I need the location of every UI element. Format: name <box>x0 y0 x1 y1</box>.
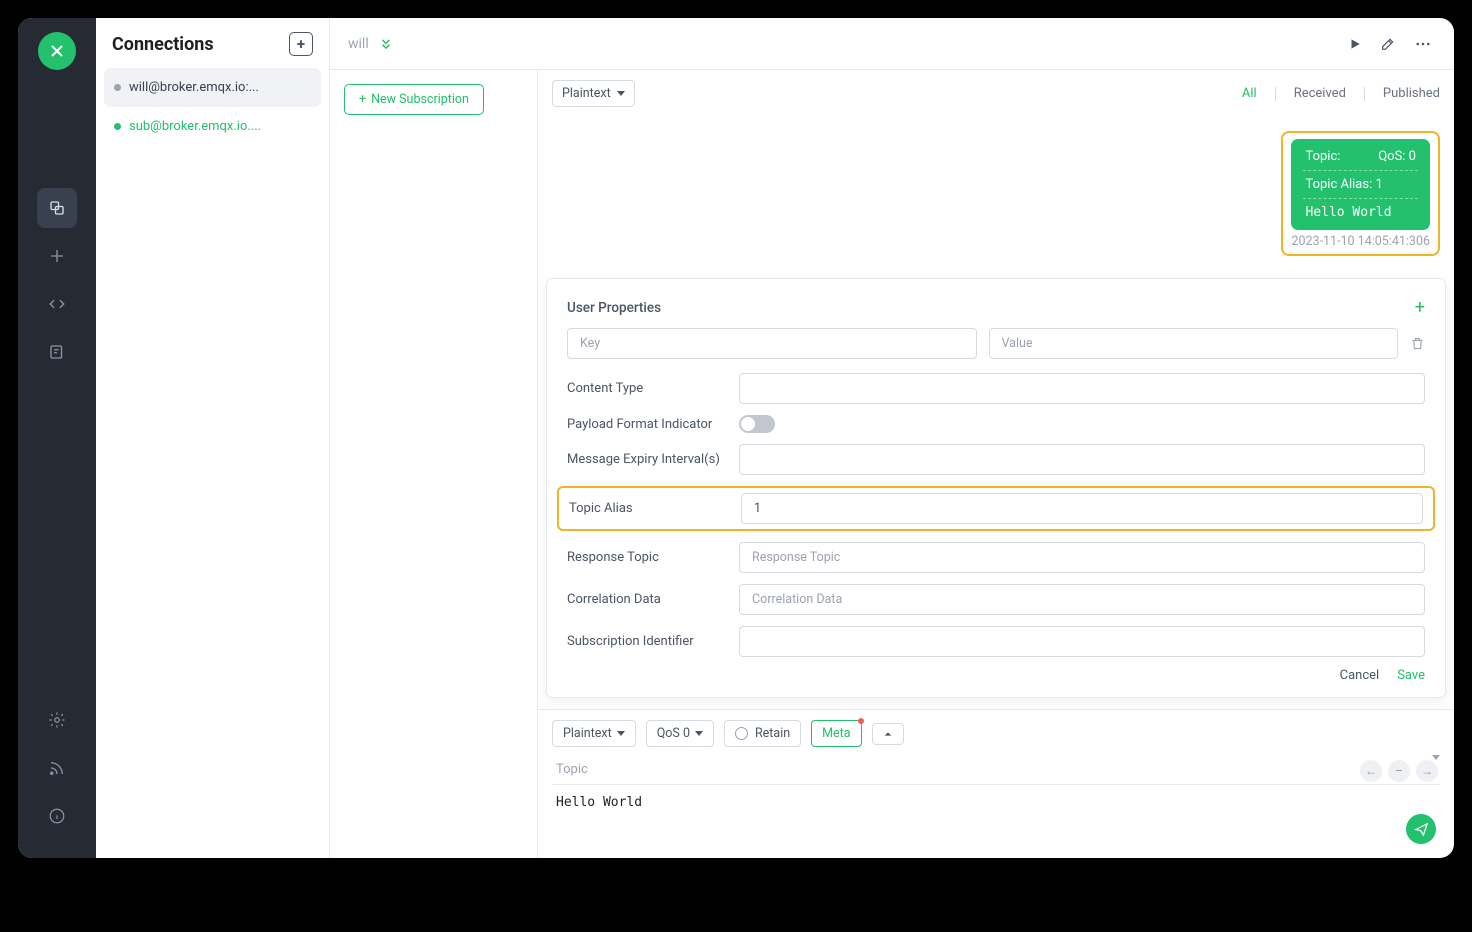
pfi-label: Payload Format Indicator <box>567 417 727 432</box>
connection-label: sub@broker.emqx.io.... <box>129 119 261 134</box>
message-highlight: Topic: QoS: 0 Topic Alias: 1 Hello World… <box>1281 131 1440 256</box>
app-logo <box>38 32 76 70</box>
radio-icon <box>735 727 748 740</box>
content-type-input[interactable] <box>739 373 1425 404</box>
send-button[interactable] <box>1406 814 1436 844</box>
tab-all[interactable]: All <box>1242 86 1257 101</box>
play-icon[interactable] <box>1344 33 1366 55</box>
add-property-button[interactable]: + <box>1415 297 1425 318</box>
correlation-label: Correlation Data <box>567 592 727 607</box>
receive-format-select[interactable]: Plaintext <box>552 80 635 107</box>
message-alias-label: Topic Alias: 1 <box>1305 177 1416 192</box>
main-area: will + New Subscription Plaintext <box>330 18 1454 858</box>
tab-received[interactable]: Received <box>1294 86 1346 101</box>
property-key-input[interactable] <box>567 328 977 359</box>
message-filter-tabs: All Received Published <box>1242 86 1440 101</box>
payload-input[interactable] <box>552 791 1440 844</box>
delete-icon[interactable] <box>1410 336 1425 351</box>
publish-format-select[interactable]: Plaintext <box>552 720 636 747</box>
nav-connections[interactable] <box>37 188 77 228</box>
more-icon[interactable] <box>1410 31 1436 57</box>
publish-qos-select[interactable]: QoS 0 <box>646 720 714 747</box>
message-qos-label: QoS: 0 <box>1378 149 1416 164</box>
property-value-input[interactable] <box>989 328 1399 359</box>
chevron-down-icon <box>695 731 703 736</box>
nav-script[interactable] <box>37 284 77 324</box>
topic-input[interactable] <box>552 755 1432 784</box>
retain-toggle[interactable]: Retain <box>724 720 801 747</box>
topic-alias-input[interactable] <box>741 493 1423 524</box>
mei-label: Message Expiry Interval(s) <box>567 452 727 467</box>
correlation-input[interactable] <box>739 584 1425 615</box>
expand-icon[interactable] <box>379 37 393 51</box>
edit-icon[interactable] <box>1376 32 1400 56</box>
nav-rail <box>18 18 96 858</box>
panel-title: Connections <box>112 34 214 55</box>
message-bubble[interactable]: Topic: QoS: 0 Topic Alias: 1 Hello World <box>1291 139 1430 230</box>
collapse-button[interactable] <box>872 723 904 745</box>
add-connection-button[interactable]: + <box>289 32 313 56</box>
meta-properties-panel: User Properties + Content Type Payload F… <box>546 278 1446 698</box>
nav-feed[interactable] <box>37 748 77 788</box>
connections-panel: Connections + will@broker.emqx.io:... su… <box>96 18 330 858</box>
response-topic-label: Response Topic <box>567 550 727 565</box>
nav-log[interactable] <box>37 332 77 372</box>
mei-input[interactable] <box>739 444 1425 475</box>
topic-alias-label: Topic Alias <box>569 501 729 516</box>
history-next-button[interactable]: → <box>1416 760 1438 782</box>
nav-info[interactable] <box>37 796 77 836</box>
nav-settings[interactable] <box>37 700 77 740</box>
content-type-label: Content Type <box>567 381 727 396</box>
save-button[interactable]: Save <box>1397 668 1425 683</box>
indicator-dot-icon <box>858 718 864 724</box>
history-clear-button[interactable]: – <box>1388 760 1410 782</box>
message-payload: Hello World <box>1305 205 1416 220</box>
pfi-toggle[interactable] <box>739 415 775 433</box>
chevron-down-icon <box>617 91 625 96</box>
subscription-column: + New Subscription <box>330 70 538 858</box>
connection-name: will <box>348 36 369 52</box>
top-bar: will <box>330 18 1454 70</box>
message-topic-label: Topic: <box>1305 149 1340 164</box>
nav-new[interactable] <box>37 236 77 276</box>
meta-button[interactable]: Meta <box>811 720 861 747</box>
sub-id-input[interactable] <box>739 626 1425 657</box>
app-window: Connections + will@broker.emqx.io:... su… <box>18 18 1454 858</box>
connection-label: will@broker.emqx.io:... <box>129 80 259 95</box>
plus-icon: + <box>359 92 366 107</box>
message-timestamp: 2023-11-10 14:05:41:306 <box>1291 234 1430 249</box>
chevron-down-icon <box>617 731 625 736</box>
connection-item[interactable]: will@broker.emqx.io:... <box>104 68 321 107</box>
cancel-button[interactable]: Cancel <box>1340 668 1380 683</box>
status-dot-icon <box>114 123 121 130</box>
new-subscription-button[interactable]: + New Subscription <box>344 84 484 115</box>
response-topic-input[interactable] <box>739 542 1425 573</box>
publish-bar: Plaintext QoS 0 Retain Meta <box>538 709 1454 858</box>
history-prev-button[interactable]: ← <box>1360 760 1382 782</box>
tab-published[interactable]: Published <box>1383 86 1440 101</box>
sub-id-label: Subscription Identifier <box>567 634 727 649</box>
connection-item[interactable]: sub@broker.emqx.io.... <box>104 107 321 146</box>
status-dot-icon <box>114 84 121 91</box>
message-column: Plaintext All Received Published <box>538 70 1454 858</box>
user-properties-title: User Properties <box>567 300 661 316</box>
